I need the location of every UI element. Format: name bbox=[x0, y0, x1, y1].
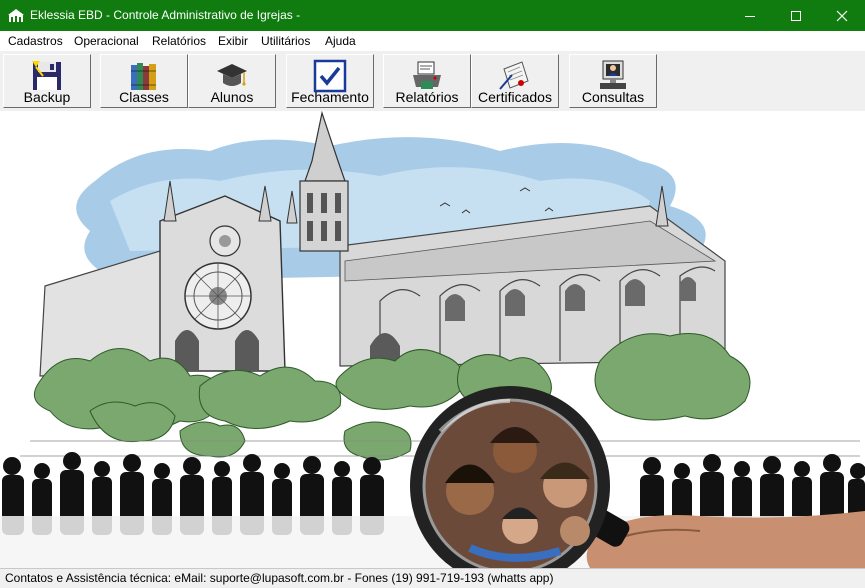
certificados-label: Certificados bbox=[478, 89, 552, 105]
menu-relatorios[interactable]: Relatórios bbox=[152, 34, 206, 48]
toolbar: Backup Classes Alunos Fechamento Relatór… bbox=[0, 51, 865, 112]
window-title: Eklessia EBD - Controle Administrativo d… bbox=[30, 8, 301, 22]
cathedral-illustration bbox=[0, 111, 865, 568]
books-icon bbox=[131, 63, 156, 90]
minimize-icon bbox=[745, 15, 755, 17]
main-canvas bbox=[0, 111, 865, 568]
backup-label: Backup bbox=[23, 89, 71, 105]
relatorios-label: Relatórios bbox=[395, 89, 459, 105]
fechamento-label: Fechamento bbox=[291, 89, 369, 105]
close-button[interactable] bbox=[819, 0, 865, 31]
fechamento-button[interactable]: Fechamento bbox=[286, 54, 374, 108]
menu-bar: Cadastros Operacional Relatórios Exibir … bbox=[0, 31, 865, 51]
alunos-button[interactable]: Alunos bbox=[188, 54, 276, 108]
report-printer-icon bbox=[413, 61, 441, 89]
consultas-label: Consultas bbox=[581, 89, 645, 105]
certificate-icon bbox=[499, 61, 529, 90]
menu-ajuda[interactable]: Ajuda bbox=[325, 34, 356, 48]
backup-button[interactable]: Backup bbox=[3, 54, 91, 108]
maximize-button[interactable] bbox=[773, 0, 819, 31]
graduation-cap-icon bbox=[217, 64, 247, 86]
certificados-button[interactable]: Certificados bbox=[471, 54, 559, 108]
menu-exibir[interactable]: Exibir bbox=[218, 34, 248, 48]
classes-label: Classes bbox=[119, 89, 169, 105]
status-text: Contatos e Assistência técnica: eMail: s… bbox=[5, 571, 554, 585]
classes-button[interactable]: Classes bbox=[100, 54, 188, 108]
maximize-icon bbox=[791, 10, 801, 21]
menu-utilitarios[interactable]: Utilitários bbox=[261, 34, 310, 48]
alunos-label: Alunos bbox=[210, 89, 254, 105]
relatorios-button[interactable]: Relatórios bbox=[383, 54, 471, 108]
menu-cadastros[interactable]: Cadastros bbox=[8, 34, 63, 48]
consultas-button[interactable]: Consultas bbox=[569, 54, 657, 108]
minimize-button[interactable] bbox=[727, 0, 773, 31]
menu-operacional[interactable]: Operacional bbox=[74, 34, 139, 48]
church-icon bbox=[8, 9, 24, 22]
close-icon bbox=[836, 10, 848, 21]
floppy-disk-icon bbox=[32, 61, 61, 90]
computer-user-icon bbox=[600, 60, 626, 89]
title-bar[interactable]: Eklessia EBD - Controle Administrativo d… bbox=[0, 0, 865, 31]
status-bar: Contatos e Assistência técnica: eMail: s… bbox=[0, 568, 865, 588]
checkbox-icon bbox=[313, 59, 347, 93]
